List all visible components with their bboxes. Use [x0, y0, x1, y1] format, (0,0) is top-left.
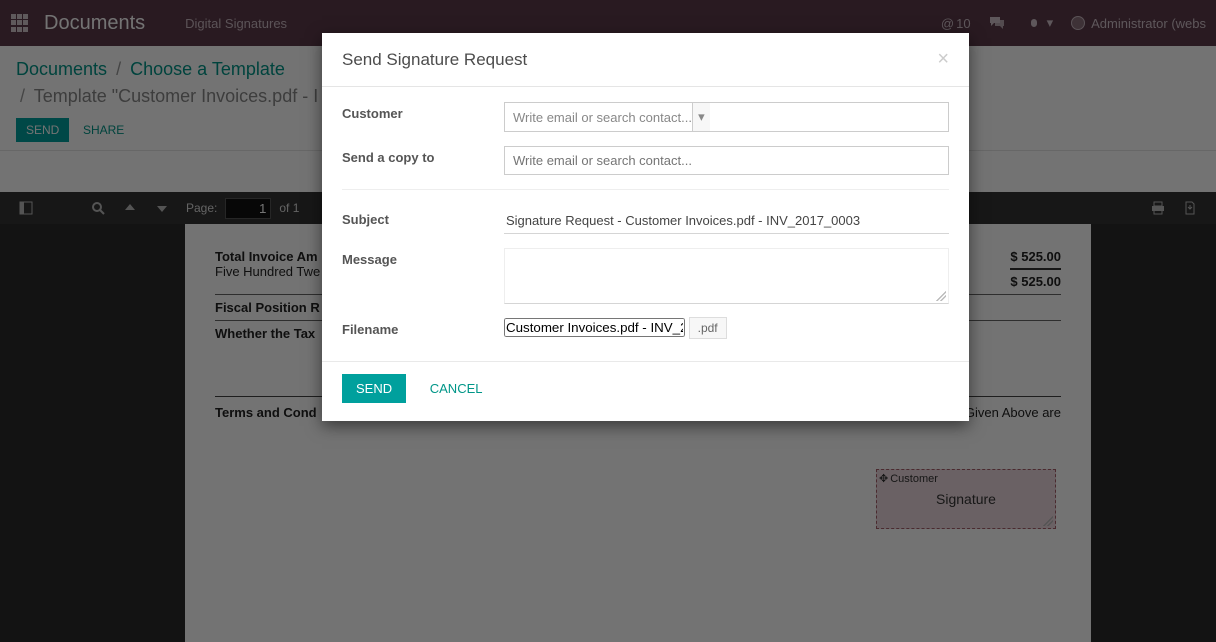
textarea-resize-icon[interactable] [936, 291, 946, 301]
label-customer: Customer [342, 102, 504, 132]
customer-select[interactable]: Write email or search contact... ▾ [504, 102, 949, 132]
label-send-copy: Send a copy to [342, 146, 504, 175]
label-filename: Filename [342, 318, 504, 337]
modal-title: Send Signature Request [342, 50, 937, 70]
subject-input[interactable] [504, 208, 949, 234]
label-subject: Subject [342, 208, 504, 234]
label-message: Message [342, 248, 504, 304]
modal-cancel-button[interactable]: CANCEL [420, 376, 493, 401]
modal-send-button[interactable]: SEND [342, 374, 406, 403]
message-textarea[interactable] [504, 248, 949, 304]
close-icon[interactable]: × [937, 48, 949, 71]
chevron-down-icon[interactable]: ▾ [692, 103, 710, 131]
filename-input[interactable] [504, 318, 685, 337]
modal-footer: SEND CANCEL [322, 361, 969, 421]
filename-ext: .pdf [689, 317, 727, 339]
send-signature-modal: Send Signature Request × Customer Write … [322, 33, 969, 421]
customer-placeholder: Write email or search contact... [513, 110, 692, 125]
modal-header: Send Signature Request × [322, 33, 969, 87]
send-copy-input[interactable] [504, 146, 949, 175]
